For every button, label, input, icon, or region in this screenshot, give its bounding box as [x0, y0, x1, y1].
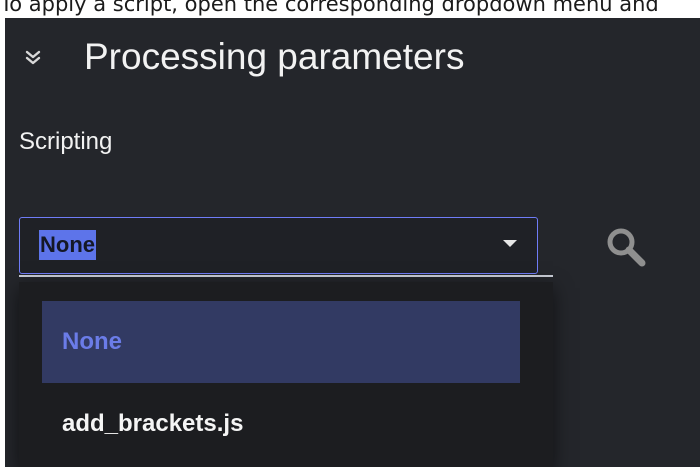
- dropdown-option-add-brackets[interactable]: add_brackets.js: [42, 383, 520, 465]
- scripting-dropdown-menu: None add_brackets.js: [19, 282, 553, 467]
- dropdown-option-label: add_brackets.js: [62, 410, 244, 437]
- search-icon[interactable]: [603, 224, 651, 272]
- select-underline: [19, 275, 553, 277]
- instruction-caption: To apply a script, open the correspondin…: [0, 0, 700, 18]
- dropdown-option-label: None: [62, 328, 122, 355]
- caret-down-icon[interactable]: [503, 240, 517, 247]
- processing-panel: Processing parameters Scripting None Non…: [5, 18, 700, 467]
- processing-parameters-header[interactable]: Processing parameters: [5, 18, 700, 100]
- section-title: Processing parameters: [84, 36, 465, 77]
- dropdown-option-none[interactable]: None: [42, 301, 520, 383]
- search-button[interactable]: [603, 224, 651, 272]
- double-chevron-down-icon[interactable]: [25, 47, 41, 69]
- scripting-label: Scripting: [19, 128, 113, 155]
- screen-root: To apply a script, open the correspondin…: [0, 0, 700, 467]
- selected-script-value[interactable]: None: [39, 230, 96, 260]
- scripting-select[interactable]: None: [19, 217, 538, 274]
